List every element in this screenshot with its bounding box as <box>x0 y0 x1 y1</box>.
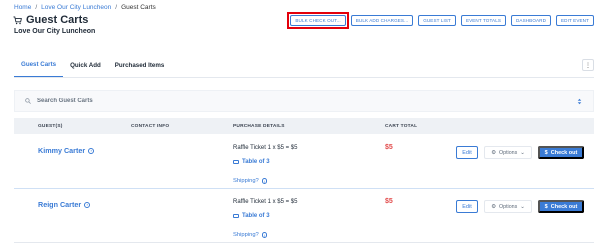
guest-name-label[interactable]: Kimmy Carter <box>38 146 85 155</box>
kebab-menu-icon[interactable]: ⋮ <box>582 59 594 71</box>
column-header-total[interactable]: CART TOTAL <box>385 124 417 129</box>
breadcrumb-home-link[interactable]: Home <box>14 4 31 11</box>
options-dropdown[interactable]: ⚙ Options ⌄ <box>484 200 532 213</box>
chevron-down-icon: ⌄ <box>520 149 525 156</box>
dollar-icon: $ <box>544 203 548 210</box>
tab-purchased-items[interactable]: Purchased Items <box>108 53 172 77</box>
shipping-label[interactable]: Shipping? <box>233 178 259 184</box>
event-subtitle: Love Our City Luncheon <box>14 28 96 35</box>
purchase-details: Raffle Ticket 1 x $5 = $5 <box>233 145 298 151</box>
edit-button[interactable]: Edit <box>456 146 478 159</box>
edit-event-button[interactable]: EDIT EVENT <box>556 15 594 26</box>
edit-button[interactable]: Edit <box>456 200 478 213</box>
guest-name[interactable]: Kimmy Carter › <box>38 146 95 155</box>
bulk-add-charges-button[interactable]: BULK ADD CHARGES... <box>350 15 414 26</box>
highlight-box: BULK CHECK OUT... <box>286 11 350 30</box>
table-assignment-label[interactable]: Table of 3 <box>242 159 270 165</box>
breadcrumb-event-link[interactable]: Love Our City Luncheon <box>41 4 111 11</box>
checkout-button[interactable]: $ Check out <box>538 146 584 159</box>
search-input[interactable] <box>37 98 576 104</box>
bulk-checkout-button[interactable]: BULK CHECK OUT... <box>290 15 346 26</box>
search-icon <box>25 98 31 104</box>
column-header-contact[interactable]: CONTACT INFO <box>131 124 169 129</box>
cart-total: $5 <box>385 144 393 151</box>
cart-icon <box>13 15 22 24</box>
ticket-icon <box>233 160 239 164</box>
purchase-details: Raffle Ticket 1 x $5 = $5 <box>233 199 298 205</box>
dashboard-button[interactable]: DASHBOARD <box>511 15 552 26</box>
arrow-circle-icon[interactable]: › <box>88 147 95 154</box>
checkout-label: Check out <box>550 203 578 210</box>
breadcrumb-current: Guest Carts <box>121 4 156 11</box>
options-label: Options <box>499 149 518 156</box>
gear-icon: ⚙ <box>491 149 497 156</box>
table-row: Kimmy Carter › Raffle Ticket 1 x $5 = $5… <box>14 136 594 189</box>
table-header: GUEST(S) CONTACT INFO PURCHASE DETAILS C… <box>14 118 594 134</box>
event-totals-button[interactable]: EVENT TOTALS <box>460 15 507 26</box>
guest-name[interactable]: Reign Carter › <box>38 200 91 209</box>
info-icon[interactable]: i <box>261 178 268 184</box>
column-header-guests[interactable]: GUEST(S) <box>38 124 63 129</box>
guest-name-label[interactable]: Reign Carter <box>38 200 81 209</box>
options-label: Options <box>499 203 518 210</box>
tab-guest-carts[interactable]: Guest Carts <box>14 53 64 77</box>
sort-icon[interactable] <box>576 98 583 105</box>
breadcrumb-separator: / <box>115 4 118 11</box>
shipping-link[interactable]: Shipping? i <box>233 178 268 184</box>
tab-quick-add[interactable]: Quick Add <box>63 53 108 77</box>
breadcrumb-separator: / <box>35 4 38 11</box>
arrow-circle-icon[interactable]: › <box>84 201 91 208</box>
shipping-label[interactable]: Shipping? <box>233 232 259 238</box>
cart-total: $5 <box>385 198 393 205</box>
dollar-icon: $ <box>544 149 548 156</box>
checkout-button[interactable]: $ Check out <box>538 200 584 213</box>
breadcrumb: Home / Love Our City Luncheon / Guest Ca… <box>14 4 156 11</box>
table-assignment[interactable]: Table of 3 <box>233 159 270 165</box>
table-row: Reign Carter › Raffle Ticket 1 x $5 = $5… <box>14 190 594 243</box>
guest-list-button[interactable]: GUEST LIST <box>418 15 456 26</box>
table-assignment[interactable]: Table of 3 <box>233 213 270 219</box>
gear-icon: ⚙ <box>491 203 497 210</box>
options-dropdown[interactable]: ⚙ Options ⌄ <box>484 146 532 159</box>
page-header: Guest Carts <box>13 14 88 26</box>
info-icon[interactable]: i <box>261 232 268 238</box>
checkout-label: Check out <box>550 149 578 156</box>
ticket-icon <box>233 214 239 218</box>
column-header-purchase[interactable]: PURCHASE DETAILS <box>233 124 285 129</box>
chevron-down-icon: ⌄ <box>520 203 525 210</box>
search-bar <box>14 90 594 112</box>
page-title: Guest Carts <box>26 14 89 26</box>
table-assignment-label[interactable]: Table of 3 <box>242 213 270 219</box>
header-actions: BULK CHECK OUT... BULK ADD CHARGES... GU… <box>286 11 594 30</box>
shipping-link[interactable]: Shipping? i <box>233 232 268 238</box>
tab-bar: Guest Carts Quick Add Purchased Items ⋮ <box>14 53 594 78</box>
